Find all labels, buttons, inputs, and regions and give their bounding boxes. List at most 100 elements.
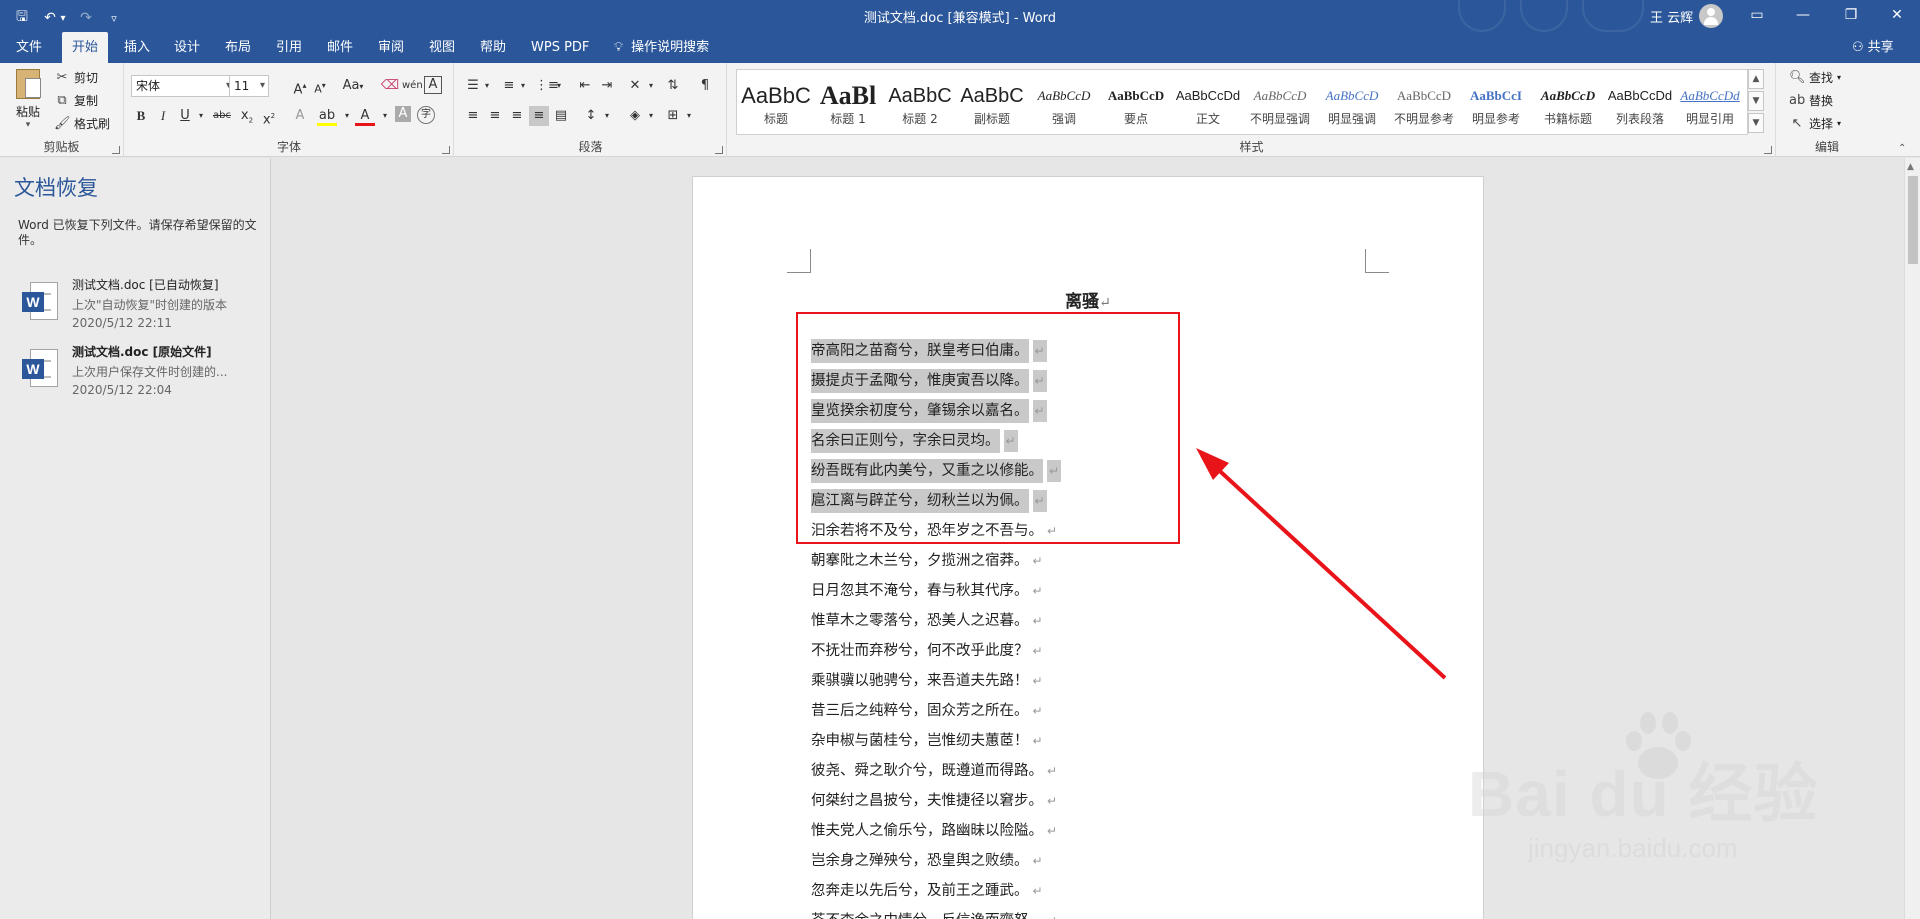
tab-file[interactable]: 文件 (6, 32, 52, 63)
bold-icon[interactable]: B (131, 106, 151, 126)
style-heading1[interactable]: AaBl 标题 1 (813, 82, 883, 134)
vertical-scrollbar[interactable]: ▲ (1904, 158, 1920, 919)
chevron-down-icon[interactable]: ▾ (597, 106, 617, 126)
tab-mailings[interactable]: 邮件 (317, 32, 363, 63)
paragraph-dialog-launcher[interactable] (715, 146, 723, 154)
recovered-file-item[interactable]: W 测试文档.doc [原始文件] 上次用户保存文件时创建的... 2020/5… (20, 343, 260, 409)
grow-font-icon[interactable]: A▴ (290, 76, 310, 97)
enclose-characters-icon[interactable]: 字 (417, 106, 435, 124)
tab-wps-pdf[interactable]: WPS PDF (521, 32, 599, 63)
document-line[interactable]: 杂申椒与菌桂兮，岂惟纫夫蕙茝！ ↵ (811, 726, 1061, 756)
italic-icon[interactable]: I (153, 106, 173, 126)
change-case-button[interactable]: Aa▾ (339, 76, 367, 96)
document-line[interactable]: 忽奔走以先后兮，及前王之踵武。 ↵ (811, 876, 1061, 906)
document-line[interactable]: 荃不查余之中情兮，反信谗而齌怒。 ↵ (811, 906, 1061, 919)
font-name-combo[interactable]: 宋体▾ (131, 75, 235, 97)
style-emphasis[interactable]: AaBbCcD 强调 (1029, 82, 1099, 134)
strikethrough-icon[interactable]: abc (209, 106, 235, 126)
chevron-down-icon[interactable]: ▾ (641, 76, 661, 96)
chevron-down-icon[interactable]: ▾ (375, 106, 395, 126)
distributed-icon[interactable]: ▤ (551, 106, 571, 126)
replace-button[interactable]: ab 替换 (1789, 92, 1833, 109)
chevron-down-icon[interactable]: ▾ (513, 76, 533, 96)
document-line[interactable]: 彼尧、舜之耿介兮，既遵道而得路。 ↵ (811, 756, 1061, 786)
align-right-icon[interactable]: ≡ (507, 106, 527, 126)
document-line[interactable]: 昔三后之纯粹兮，固众芳之所在。 ↵ (811, 696, 1061, 726)
restore-button[interactable]: ❐ (1828, 0, 1874, 32)
chevron-down-icon[interactable]: ▾ (549, 76, 569, 96)
tab-insert[interactable]: 插入 (114, 32, 160, 63)
style-intense-reference[interactable]: AaBbCcI 明显参考 (1461, 82, 1531, 134)
recovered-file-item[interactable]: W 测试文档.doc [已自动恢复] 上次"自动恢复"时创建的版本 2020/5… (20, 276, 260, 342)
styles-dialog-launcher[interactable] (1764, 146, 1772, 154)
gallery-scroll-up-icon[interactable]: ▲ (1748, 69, 1764, 89)
document-line[interactable]: 朝搴阰之木兰兮，夕揽洲之宿莽。 ↵ (811, 546, 1061, 576)
user-name[interactable]: 王 云辉 (1650, 7, 1693, 26)
scroll-up-icon[interactable]: ▲ (1907, 162, 1914, 172)
subscript-icon[interactable]: x2 (237, 106, 257, 126)
close-button[interactable]: ✕ (1874, 0, 1920, 32)
tab-help[interactable]: 帮助 (470, 32, 516, 63)
tab-review[interactable]: 审阅 (368, 32, 414, 63)
shrink-font-icon[interactable]: A▾ (310, 76, 330, 96)
document-heading[interactable]: 离骚↵ (693, 287, 1483, 312)
tab-view[interactable]: 视图 (419, 32, 465, 63)
gallery-scroll-down-icon[interactable]: ▼ (1748, 91, 1764, 111)
style-normal[interactable]: AaBbCcDd 正文 (1173, 82, 1243, 134)
style-intense-quote[interactable]: AaBbCcDd 明显引用 (1675, 82, 1745, 134)
character-border-icon[interactable]: A (424, 76, 442, 94)
font-dialog-launcher[interactable] (442, 146, 450, 154)
align-left-icon[interactable]: ≡ (463, 106, 483, 126)
ribbon-display-options-button[interactable]: ▭ (1734, 0, 1780, 32)
chevron-down-icon[interactable]: ▾ (337, 106, 357, 126)
document-line[interactable]: 惟草木之零落兮，恐美人之迟暮。 ↵ (811, 606, 1061, 636)
style-title[interactable]: AaBbC 标题 (741, 82, 811, 134)
style-book-title[interactable]: AaBbCcD 书籍标题 (1533, 82, 1603, 134)
style-subtle-emphasis[interactable]: AaBbCcD 不明显强调 (1245, 82, 1315, 134)
style-subtitle[interactable]: AaBbC 副标题 (957, 82, 1027, 134)
tab-layout[interactable]: 布局 (215, 32, 261, 63)
font-color-icon[interactable]: A (355, 106, 375, 126)
superscript-icon[interactable]: x2 (259, 106, 279, 127)
style-heading2[interactable]: AaBbC 标题 2 (885, 82, 955, 134)
chevron-down-icon[interactable]: ▾ (477, 76, 497, 96)
text-effects-icon[interactable]: A (290, 106, 310, 126)
document-line[interactable]: 不抚壮而弃秽兮，何不改乎此度？ ↵ (811, 636, 1061, 666)
share-button[interactable]: ⚇ 共享 (1852, 32, 1894, 63)
style-strong[interactable]: AaBbCcD 要点 (1101, 82, 1171, 134)
paste-button[interactable]: 粘贴 ▾ (8, 69, 48, 130)
align-center-icon[interactable]: ≡ (485, 106, 505, 126)
cut-button[interactable]: ✂ 剪切 (54, 69, 98, 86)
justify-icon[interactable]: ≡ (529, 106, 549, 126)
phonetic-guide-icon[interactable]: wén (402, 76, 423, 96)
collapse-ribbon-icon[interactable]: ⌃ (1898, 143, 1906, 154)
style-list-paragraph[interactable]: AaBbCcDd 列表段落 (1605, 82, 1675, 134)
document-line[interactable]: 乘骐骥以驰骋兮，来吾道夫先路！ ↵ (811, 666, 1061, 696)
highlight-icon[interactable]: ab (317, 106, 337, 126)
document-line[interactable]: 日月忽其不淹兮，春与秋其代序。 ↵ (811, 576, 1061, 606)
font-size-combo[interactable]: 11 ▾ (229, 75, 269, 97)
select-button[interactable]: ↖ 选择 ▾ (1789, 115, 1841, 132)
style-intense-emphasis[interactable]: AaBbCcD 明显强调 (1317, 82, 1387, 134)
scrollbar-thumb[interactable] (1908, 176, 1918, 264)
clipboard-dialog-launcher[interactable] (112, 146, 120, 154)
tab-home[interactable]: 开始 (62, 32, 109, 63)
tab-design[interactable]: 设计 (164, 32, 210, 63)
character-shading-icon[interactable]: A (395, 106, 411, 122)
clear-formatting-icon[interactable]: ⌫ (380, 76, 400, 96)
document-line[interactable]: 何桀纣之昌披兮，夫惟捷径以窘步。 ↵ (811, 786, 1061, 816)
chevron-down-icon[interactable]: ▾ (679, 106, 699, 126)
gallery-expand-icon[interactable]: ▼ (1748, 113, 1764, 133)
style-subtle-reference[interactable]: AaBbCcD 不明显参考 (1389, 82, 1459, 134)
show-marks-icon[interactable]: ¶ (695, 76, 715, 96)
avatar[interactable] (1699, 4, 1723, 28)
increase-indent-icon[interactable]: ⇥ (597, 76, 617, 96)
tell-me-search[interactable]: 💡︎ 操作说明搜索 (604, 32, 719, 63)
tab-references[interactable]: 引用 (266, 32, 312, 63)
document-line[interactable]: 惟夫党人之偷乐兮，路幽昧以险隘。 ↵ (811, 816, 1061, 846)
document-page[interactable]: 离骚↵ 帝高阳之苗裔兮，朕皇考曰伯庸。 ↵ 摄提贞于孟陬兮，惟庚寅吾以降。 ↵ 皇览揆余… (692, 176, 1484, 919)
copy-button[interactable]: ⧉ 复制 (54, 92, 98, 109)
format-painter-button[interactable]: 🖌︎ 格式刷 (54, 115, 110, 132)
document-line[interactable]: 岂余身之殚殃兮，恐皇舆之败绩。 ↵ (811, 846, 1061, 876)
decrease-indent-icon[interactable]: ⇤ (575, 76, 595, 96)
